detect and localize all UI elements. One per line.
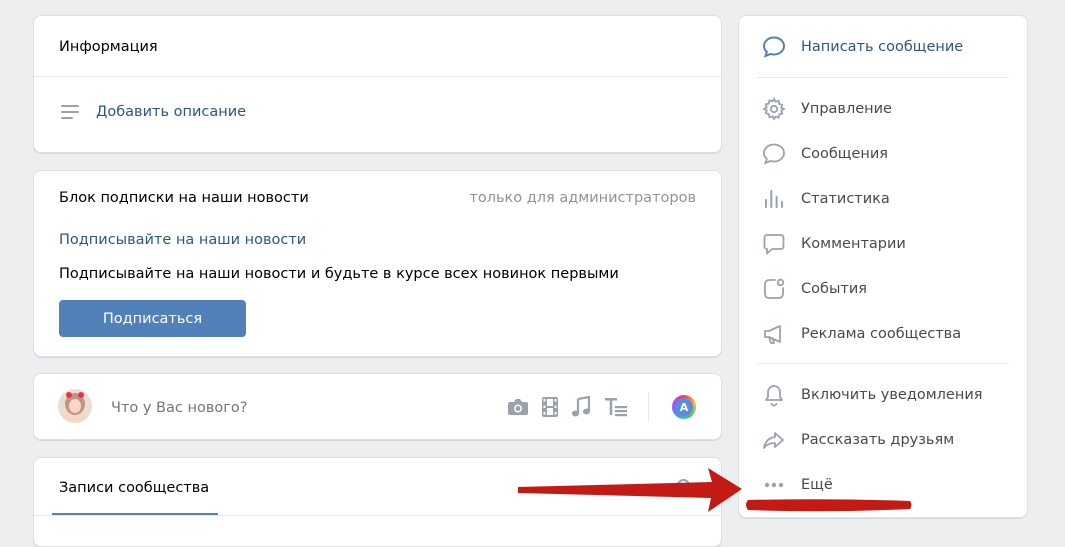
menu-item-notifications-label: Включить уведомления bbox=[801, 387, 983, 403]
info-title: Информация bbox=[59, 39, 158, 55]
user-avatar bbox=[58, 389, 92, 423]
video-icon[interactable] bbox=[541, 396, 559, 418]
subscribe-title: Блок подписки на наши новости bbox=[59, 190, 309, 206]
menu-item-more-label: Ещё bbox=[801, 477, 833, 493]
write-message-label: Написать сообщение bbox=[801, 39, 964, 55]
music-note-icon[interactable] bbox=[571, 396, 591, 418]
add-description-row[interactable]: Добавить описание bbox=[60, 102, 246, 122]
gear-icon bbox=[761, 96, 787, 122]
menu-item-notifications[interactable]: Включить уведомления bbox=[761, 380, 982, 410]
message-bubble-icon bbox=[761, 34, 787, 60]
write-message-button[interactable]: Написать сообщение bbox=[761, 32, 963, 62]
wall-card: Записи сообщества bbox=[33, 457, 722, 547]
post-box: A bbox=[33, 373, 722, 440]
subscribe-card: Блок подписки на наши новости только для… bbox=[33, 170, 722, 357]
menu-item-events[interactable]: События bbox=[761, 274, 867, 304]
bell-icon bbox=[761, 382, 787, 408]
post-input[interactable] bbox=[109, 396, 413, 420]
search-icon[interactable] bbox=[676, 478, 694, 496]
chat-bubble-icon bbox=[761, 141, 787, 167]
author-picker-letter: A bbox=[675, 398, 693, 416]
menu-item-stats-label: Статистика bbox=[801, 191, 890, 207]
megaphone-icon bbox=[761, 321, 787, 347]
add-description-link[interactable]: Добавить описание bbox=[96, 104, 246, 120]
menu-item-share-label: Рассказать друзьям bbox=[801, 432, 955, 448]
subscribe-button[interactable]: Подписаться bbox=[59, 300, 246, 337]
menu-item-messages-label: Сообщения bbox=[801, 146, 889, 162]
post-box-divider bbox=[648, 392, 649, 422]
events-icon bbox=[761, 276, 787, 302]
info-divider bbox=[34, 76, 721, 77]
author-picker-button[interactable]: A bbox=[672, 395, 696, 419]
subscribe-text: Подписывайте на наши новости и будьте в … bbox=[59, 266, 619, 282]
comment-icon bbox=[761, 231, 787, 257]
menu-item-comments[interactable]: Комментарии bbox=[761, 229, 906, 259]
more-dots-icon bbox=[761, 472, 787, 498]
menu-separator-2 bbox=[757, 363, 1009, 364]
menu-item-ads[interactable]: Реклама сообщества bbox=[761, 319, 961, 349]
menu-item-ads-label: Реклама сообщества bbox=[801, 326, 962, 342]
menu-item-share[interactable]: Рассказать друзьям bbox=[761, 425, 954, 455]
subscribe-link[interactable]: Подписывайте на наши новости bbox=[59, 232, 306, 248]
menu-item-manage[interactable]: Управление bbox=[761, 94, 892, 124]
tab-community-posts[interactable]: Записи сообщества bbox=[59, 480, 209, 496]
admin-only-note: только для администраторов bbox=[469, 190, 696, 206]
description-lines-icon bbox=[60, 102, 80, 122]
menu-item-manage-label: Управление bbox=[801, 101, 892, 117]
menu-item-events-label: События bbox=[801, 281, 867, 297]
wall-divider bbox=[34, 515, 721, 516]
community-actions-menu: Написать сообщение Управление Сообщения … bbox=[738, 15, 1028, 518]
menu-item-stats[interactable]: Статистика bbox=[761, 184, 890, 214]
info-card: Информация Добавить описание bbox=[33, 15, 722, 153]
menu-separator-1 bbox=[757, 77, 1009, 78]
menu-item-messages[interactable]: Сообщения bbox=[761, 139, 888, 169]
camera-icon[interactable] bbox=[507, 397, 529, 417]
menu-item-comments-label: Комментарии bbox=[801, 236, 906, 252]
share-arrow-icon bbox=[761, 427, 787, 453]
menu-item-more[interactable]: Ещё bbox=[761, 470, 833, 500]
bar-chart-icon bbox=[761, 186, 787, 212]
text-format-icon[interactable] bbox=[604, 396, 628, 418]
